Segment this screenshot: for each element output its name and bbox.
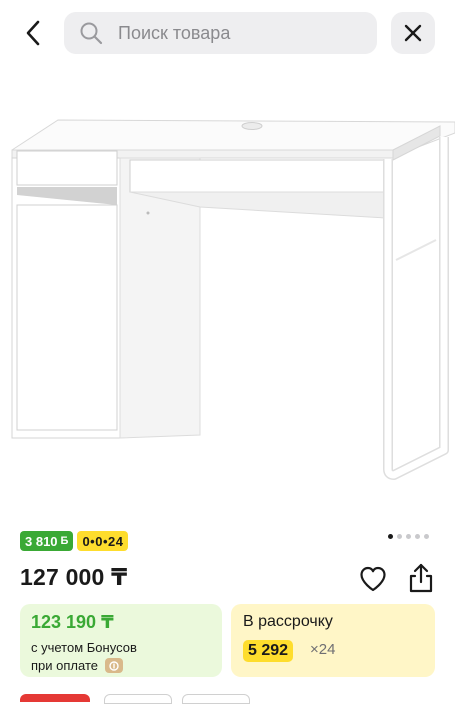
chip-partial[interactable]: [20, 694, 90, 702]
bonus-badge: 3 810 Б: [20, 531, 74, 551]
installment-amount: 5 292: [243, 640, 294, 662]
bonus-note-line1: с учетом Бонусов: [31, 640, 137, 655]
bonus-price-card[interactable]: 123 190 ₸ с учетом Бонусов при оплате: [20, 604, 222, 677]
installment-card[interactable]: В рассрочку 5 292 ×24: [231, 604, 435, 677]
close-icon: [404, 24, 422, 42]
favorite-button[interactable]: [358, 564, 388, 594]
back-button[interactable]: [14, 13, 54, 53]
search-bar[interactable]: [64, 12, 377, 54]
installment-multiplier: ×24: [310, 641, 336, 658]
bonus-badge-value: 3 810: [25, 533, 58, 549]
product-price: 127 000 ₸: [20, 564, 128, 590]
bonus-price: 123 190 ₸: [31, 612, 114, 632]
payment-method-icon: [104, 658, 123, 673]
heart-icon: [360, 566, 386, 592]
top-bar: [0, 0, 455, 66]
badges: 3 810 Б 0•0•24: [20, 531, 129, 551]
pagination-dot[interactable]: [388, 534, 393, 539]
search-input[interactable]: [116, 21, 360, 45]
share-button[interactable]: [406, 562, 436, 594]
pagination-dot[interactable]: [415, 534, 420, 539]
chip-partial[interactable]: [104, 694, 172, 704]
product-image[interactable]: [0, 95, 455, 495]
image-pagination[interactable]: [388, 534, 429, 539]
share-icon: [409, 563, 433, 593]
installment-badge: 0•0•24: [77, 531, 129, 551]
search-icon: [78, 20, 104, 46]
bonus-note-line2: при оплате: [31, 658, 123, 673]
bottom-chips-partial: [0, 694, 455, 704]
bonus-note-line2-text: при оплате: [31, 658, 98, 673]
chip-partial[interactable]: [182, 694, 250, 704]
installment-title: В рассрочку: [243, 613, 333, 630]
bonus-badge-unit: Б: [60, 535, 69, 547]
close-button[interactable]: [391, 12, 435, 54]
pagination-dot[interactable]: [424, 534, 429, 539]
chevron-left-icon: [26, 20, 40, 46]
pagination-dot[interactable]: [397, 534, 402, 539]
pagination-dot[interactable]: [406, 534, 411, 539]
